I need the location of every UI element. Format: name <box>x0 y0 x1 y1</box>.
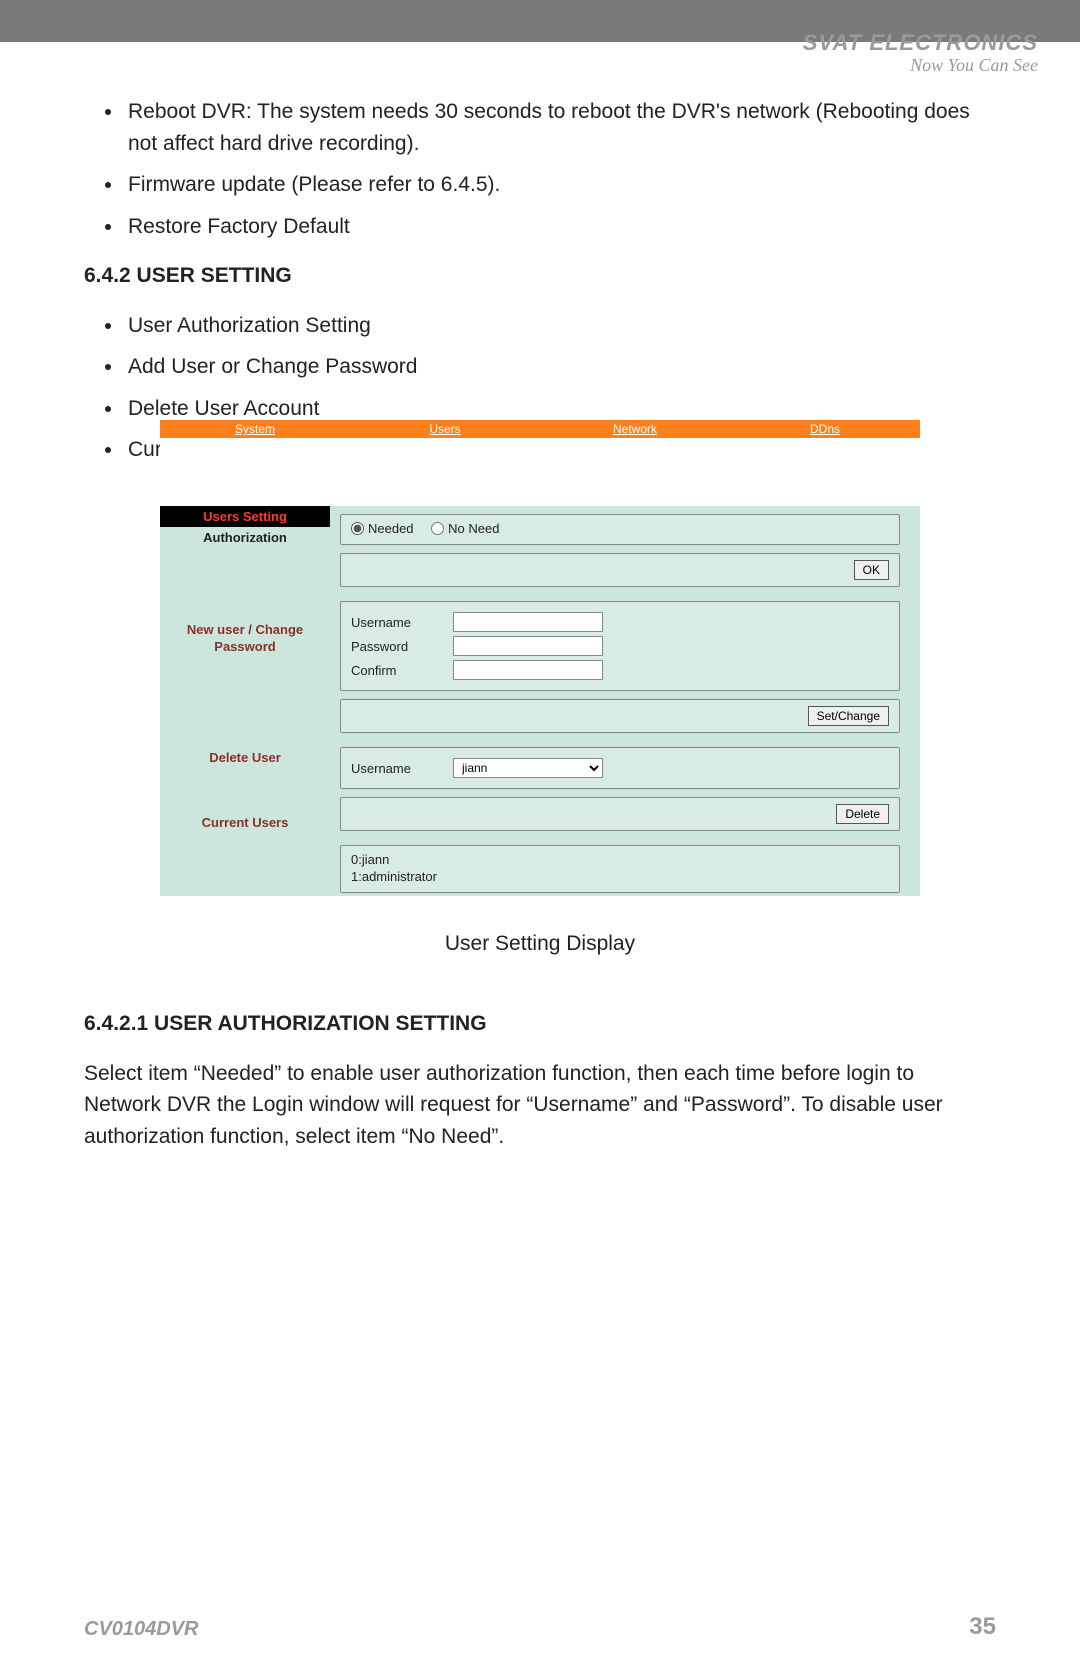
ok-button[interactable]: OK <box>854 560 889 580</box>
authorization-panel: Needed No Need <box>340 514 900 545</box>
delete-button[interactable]: Delete <box>836 804 889 824</box>
radio-noneed[interactable] <box>431 522 444 535</box>
radio-needed-label[interactable]: Needed <box>351 521 414 536</box>
currentusers-panel: 0:jiann 1:administrator <box>340 845 900 893</box>
deleteuser-panel: Username jiann <box>340 747 900 789</box>
list-item: User Authorization Setting <box>124 310 996 342</box>
sidebar-newuser-label: New user / Change Password <box>160 618 330 660</box>
currentuser-row: 0:jiann <box>351 852 889 869</box>
radio-needed-text: Needed <box>368 521 414 536</box>
tab-network[interactable]: Network <box>540 420 730 438</box>
newuser-panel: Username Password Confirm <box>340 601 900 691</box>
delete-username-label: Username <box>351 761 441 776</box>
confirm-input[interactable] <box>453 660 603 680</box>
deleteuser-action-panel: Delete <box>340 797 900 831</box>
brand-name: SVAT ELECTRONICS <box>803 30 1038 56</box>
section-heading-6421: 6.4.2.1 USER AUTHORIZATION SETTING <box>84 1008 996 1040</box>
ui-content: Needed No Need OK <box>330 506 920 896</box>
sidebar-deleteuser-label: Delete User <box>160 746 330 771</box>
list-item: Restore Factory Default <box>124 211 996 243</box>
username-label: Username <box>351 615 441 630</box>
section-heading-642: 6.4.2 USER SETTING <box>84 260 996 292</box>
authorization-ok-panel: OK <box>340 553 900 587</box>
password-label: Password <box>351 639 441 654</box>
sidebar-currentusers-label: Current Users <box>160 811 330 836</box>
delete-username-select[interactable]: jiann <box>453 758 603 778</box>
password-input[interactable] <box>453 636 603 656</box>
sidebar: Users Setting Authorization New user / C… <box>160 506 330 896</box>
radio-noneed-text: No Need <box>448 521 499 536</box>
intro-block: Reboot DVR: The system needs 30 seconds … <box>84 96 996 476</box>
list-item: Reboot DVR: The system needs 30 seconds … <box>124 96 996 159</box>
sidebar-authorization-label: Authorization <box>160 527 330 548</box>
sidebar-header: Users Setting <box>160 506 330 527</box>
figure-caption: User Setting Display <box>160 932 920 956</box>
tab-system[interactable]: System <box>160 420 350 438</box>
section-6421-block: 6.4.2.1 USER AUTHORIZATION SETTING Selec… <box>84 990 996 1152</box>
user-setting-figure: System Users Network DDns Users Setting … <box>160 420 920 896</box>
section-6421-body: Select item “Needed” to enable user auth… <box>84 1058 996 1153</box>
footer-model: CV0104DVR <box>84 1618 199 1641</box>
setchange-button[interactable]: Set/Change <box>808 706 889 726</box>
ui-main: Users Setting Authorization New user / C… <box>160 506 920 896</box>
newuser-action-panel: Set/Change <box>340 699 900 733</box>
currentuser-row: 1:administrator <box>351 869 889 886</box>
radio-noneed-label[interactable]: No Need <box>431 521 499 536</box>
tabbar: System Users Network DDns <box>160 420 920 438</box>
tab-ddns[interactable]: DDns <box>730 420 920 438</box>
brand-tagline: Now You Can See <box>910 55 1038 76</box>
confirm-label: Confirm <box>351 663 441 678</box>
username-input[interactable] <box>453 612 603 632</box>
radio-needed[interactable] <box>351 522 364 535</box>
footer-page: 35 <box>969 1613 996 1641</box>
list-item: Add User or Change Password <box>124 351 996 383</box>
list-item: Firmware update (Please refer to 6.4.5). <box>124 169 996 201</box>
tab-users[interactable]: Users <box>350 420 540 438</box>
